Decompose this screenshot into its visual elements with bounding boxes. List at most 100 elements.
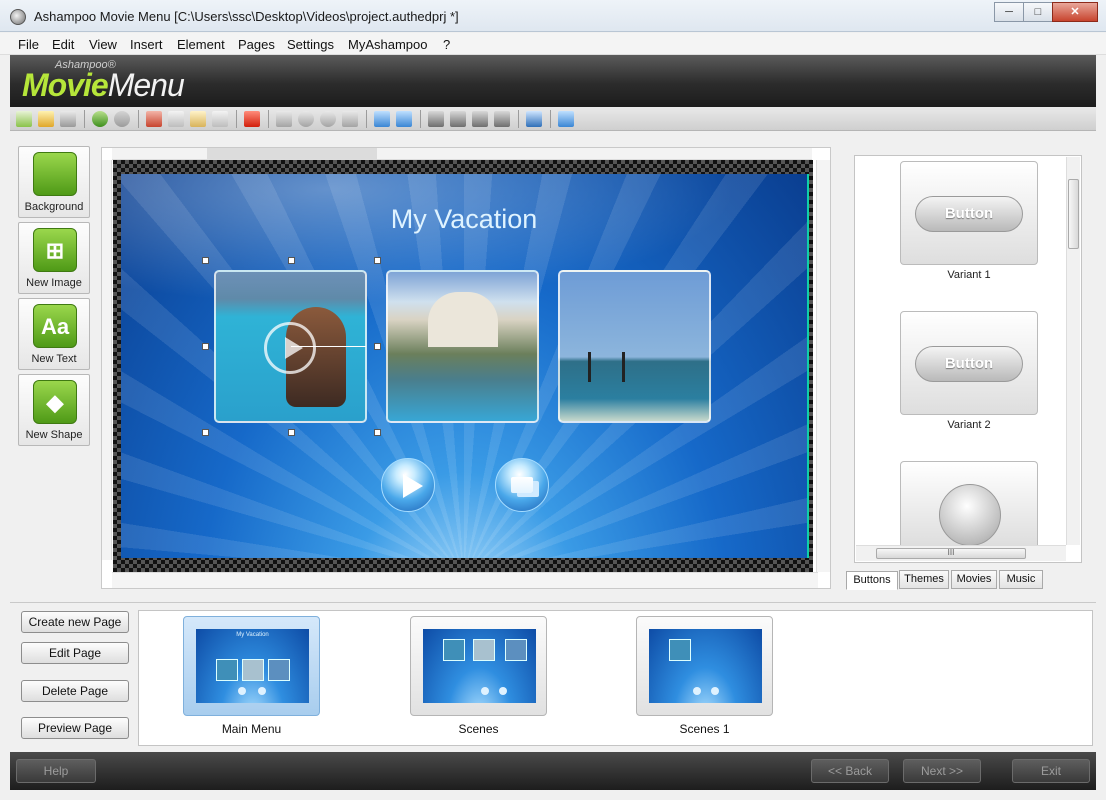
page-thumbnail [649,629,762,703]
redo-icon[interactable] [114,111,130,127]
menu-insert[interactable]: Insert [130,37,163,52]
thumbnail-building [428,292,498,347]
send-back-icon[interactable] [396,111,412,127]
video-thumbnail-3[interactable] [558,270,711,423]
page-label-main-menu: Main Menu [221,722,282,736]
edit-page-button[interactable]: Edit Page [21,642,129,664]
resize-handle[interactable] [374,257,381,264]
menu-view[interactable]: View [89,37,117,52]
background-button[interactable]: Background [18,146,90,218]
page-thumbnail: My Vacation [196,629,309,703]
button-variant-3[interactable] [900,461,1038,546]
page-label-scenes: Scenes [458,722,499,736]
video-thumbnail-2[interactable] [386,270,539,423]
zoom-out-icon[interactable] [320,111,336,127]
window-controls: ─ □ ✕ [994,2,1098,22]
toolbar-separator [366,110,367,128]
preview-page-button[interactable]: Preview Page [21,717,129,739]
toolbar-separator [268,110,269,128]
exit-button[interactable]: Exit [1012,759,1090,783]
new-text-button[interactable]: Aa New Text [18,298,90,370]
undo-icon[interactable] [92,111,108,127]
page-card-scenes[interactable] [410,616,547,716]
play-button-icon[interactable] [381,458,435,512]
resize-handle[interactable] [202,257,209,264]
scrollbar-grip[interactable]: III [876,548,1026,559]
zoom-in-icon[interactable] [298,111,314,127]
resize-handle[interactable] [202,429,209,436]
properties-icon[interactable] [526,111,542,127]
maximize-button[interactable]: □ [1023,2,1053,22]
next-button[interactable]: Next >> [903,759,981,783]
tab-music[interactable]: Music [999,570,1043,589]
menu-pages[interactable]: Pages [238,37,275,52]
paste-icon[interactable] [190,111,206,127]
minimize-button[interactable]: ─ [994,2,1024,22]
button-variant-2[interactable]: Button [900,311,1038,415]
resize-handle[interactable] [288,257,295,264]
variant-1-label: Variant 1 [947,269,991,281]
toolbar [10,107,1096,131]
scenes-button-icon[interactable] [495,458,549,512]
zoom-actual-icon[interactable] [342,111,358,127]
new-image-label: New Image [26,277,82,289]
page-card-scenes-1[interactable] [636,616,773,716]
page-card-main-menu[interactable]: My Vacation [183,616,320,716]
menu-settings[interactable]: Settings [287,37,334,52]
toolbar-separator [550,110,551,128]
resize-handle[interactable] [374,343,381,350]
paste-special-icon[interactable] [212,111,228,127]
close-button[interactable]: ✕ [1052,2,1098,22]
mini-button [258,687,266,695]
open-icon[interactable] [38,111,54,127]
resize-handle[interactable] [202,343,209,350]
mini-button [711,687,719,695]
menu-edit[interactable]: Edit [52,37,74,52]
toolbar-separator [236,110,237,128]
new-image-button[interactable]: ⊞ New Image [18,222,90,294]
cut-icon[interactable] [146,111,162,127]
tab-themes[interactable]: Themes [899,570,949,589]
align-center-horizontal-icon[interactable] [494,111,510,127]
mini-title: My Vacation [236,632,269,638]
back-button[interactable]: << Back [811,759,889,783]
flip-vertical-icon[interactable] [450,111,466,127]
resize-handle[interactable] [374,429,381,436]
menu-bar: File Edit View Insert Element Pages Sett… [0,33,1106,55]
tab-buttons[interactable]: Buttons [846,571,898,590]
create-new-page-button[interactable]: Create new Page [21,611,129,633]
gallery-horizontal-scrollbar[interactable]: III [856,545,1066,561]
new-shape-button[interactable]: ◆ New Shape [18,374,90,446]
button-variant-1[interactable]: Button [900,161,1038,265]
new-icon[interactable] [16,111,32,127]
toolbar-separator [138,110,139,128]
delete-icon[interactable] [244,111,260,127]
menu-preview-stage[interactable]: My Vacation [121,174,809,558]
menu-title-text[interactable]: My Vacation [121,204,807,235]
flip-horizontal-icon[interactable] [428,111,444,127]
gallery-vertical-scrollbar[interactable] [1066,157,1080,545]
menu-myashampoo[interactable]: MyAshampoo [348,37,427,52]
zoom-fit-icon[interactable] [276,111,292,127]
save-icon[interactable] [60,111,76,127]
canvas-vertical-scrollbar[interactable] [816,160,830,572]
mini-button [238,687,246,695]
menu-file[interactable]: File [18,37,39,52]
background-icon [33,152,77,196]
preview-icon[interactable] [558,111,574,127]
tab-movies[interactable]: Movies [951,570,997,589]
brand-movie: Movie [22,67,109,103]
canvas-horizontal-scrollbar[interactable] [112,572,818,588]
resize-handle[interactable] [288,429,295,436]
copy-icon[interactable] [168,111,184,127]
design-canvas[interactable]: My Vacation [101,147,831,589]
align-center-vertical-icon[interactable] [472,111,488,127]
menu-help[interactable]: ? [443,37,450,52]
new-text-label: New Text [31,353,77,365]
shape-icon: ◆ [33,380,77,424]
toolbar-separator [420,110,421,128]
menu-element[interactable]: Element [177,37,225,52]
bring-front-icon[interactable] [374,111,390,127]
delete-page-button[interactable]: Delete Page [21,680,129,702]
help-button[interactable]: Help [16,759,96,783]
